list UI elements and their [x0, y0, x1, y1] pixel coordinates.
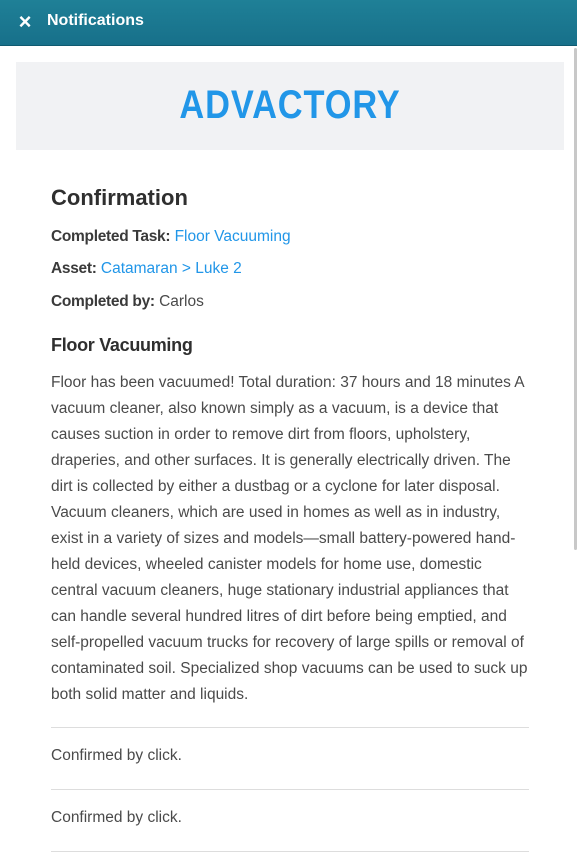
completed-by-value: Carlos	[159, 293, 204, 310]
close-icon[interactable]: ×	[12, 9, 38, 35]
completed-task-row: Completed Task: Floor Vacuuming	[51, 227, 291, 247]
completed-by-label: Completed by:	[51, 293, 155, 310]
completed-task-link[interactable]: Floor Vacuuming	[175, 228, 291, 245]
completed-task-label: Completed Task:	[51, 228, 171, 245]
brand-banner: ADVACTORY	[16, 62, 564, 150]
confirmation-entry: Confirmed by click.	[51, 809, 182, 826]
asset-row: Asset: Catamaran > Luke 2	[51, 259, 242, 279]
brand-logo: ADVACTORY	[179, 83, 401, 127]
page-title: Notifications	[47, 12, 144, 29]
confirmation-entry: Confirmed by click.	[51, 747, 182, 764]
task-title: Floor Vacuuming	[51, 335, 193, 355]
divider	[51, 727, 529, 728]
task-description: Floor has been vacuumed! Total duration:…	[51, 374, 528, 703]
divider	[51, 851, 529, 852]
asset-link[interactable]: Catamaran > Luke 2	[101, 260, 242, 277]
top-bar: × Notifications	[0, 0, 577, 46]
completed-by-row: Completed by: Carlos	[51, 292, 204, 312]
confirmation-heading: Confirmation	[51, 185, 188, 210]
divider	[51, 789, 529, 790]
asset-label: Asset:	[51, 260, 97, 277]
